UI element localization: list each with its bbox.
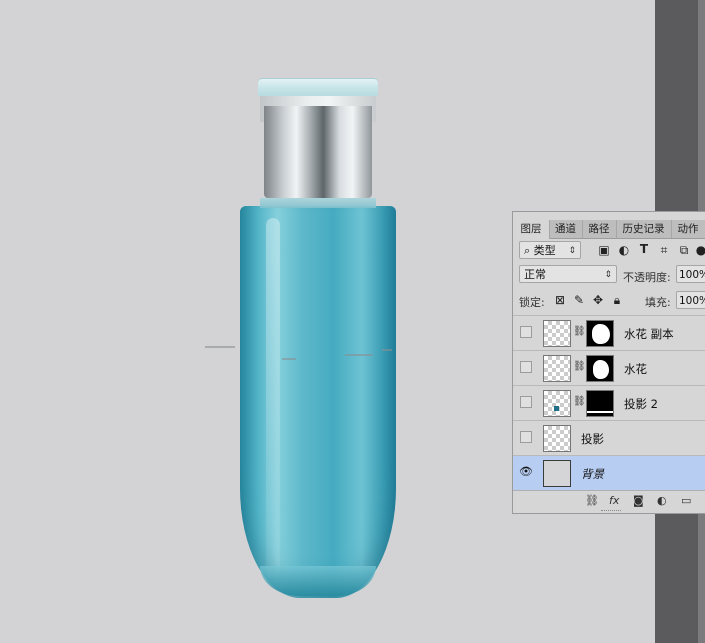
bottle-cap-metal [264,106,372,198]
fill-input[interactable]: 100% [676,291,705,309]
layer-name: 背景 [581,467,604,481]
adjustment-icon[interactable]: ◐ [657,494,667,507]
lock-label: 锁定: [519,296,545,309]
image-icon[interactable]: ▣ [597,243,611,257]
tab-paths[interactable]: 路径 [582,220,617,238]
layer-thumbnail [543,425,571,452]
layer-row-splash-copy[interactable]: ⛓ 水花 副本 [513,315,705,350]
bottle-highlight [266,218,280,578]
mask-shape [587,411,613,413]
filter-type-label: 类型 [533,244,556,257]
blend-mode-select[interactable]: 正常 ⇕ [519,265,617,283]
visibility-toggle[interactable] [520,431,532,443]
bottle-cap-top [258,78,378,96]
layer-row-shadow[interactable]: 投影 [513,420,705,455]
chain-link-icon[interactable]: ⛓ [573,326,586,337]
tab-actions[interactable]: 动作 [671,220,705,238]
type-T-icon[interactable]: T [637,242,651,256]
layer-row-splash[interactable]: ⛓ 水花 [513,350,705,385]
panel-tabs: 图层 通道 路径 历史记录 动作 [513,220,705,239]
filter-toggle-icon[interactable]: ● [694,243,705,257]
layer-row-shadow-2[interactable]: ⛓ 投影 2 [513,385,705,420]
new-group-folder-icon[interactable]: ▭ [681,494,691,507]
layer-mask-thumbnail[interactable] [586,320,614,347]
visibility-toggle[interactable] [520,326,532,338]
layers-panel: 图层 通道 路径 历史记录 动作 ⌕ 类型 ⇕ ▣ ◐ T ⌗ ⧉ ● 正常 ⇕… [512,211,705,514]
select-caret-icon: ⇕ [604,270,612,280]
opacity-label: 不透明度: [623,271,671,284]
layer-name: 水花 [624,362,647,376]
transform-icon[interactable]: ⌗ [657,243,671,258]
visibility-toggle[interactable] [520,396,532,408]
layer-thumbnail [543,390,571,417]
tab-channels[interactable]: 通道 [549,220,583,238]
layer-mask-thumbnail[interactable] [586,355,614,382]
search-icon: ⌕ [524,244,531,257]
panel-resize-grip[interactable] [601,510,621,513]
artifact-mark [345,354,373,356]
artifact-mark [382,349,392,351]
link-icon[interactable]: ⛓ [585,494,599,507]
layer-row-background[interactable]: 👁 背景 [513,455,705,490]
layer-name: 投影 2 [624,397,658,411]
tab-history[interactable]: 历史记录 [616,220,672,238]
lock-row: 锁定: ⊠ ✎ ✥ 🔒︎ 填充: 100% [513,290,705,312]
layer-name: 水花 副本 [624,327,674,341]
adjustment-circle-icon[interactable]: ◐ [617,243,631,257]
mask-shape [592,324,610,344]
artifact-mark [282,358,296,360]
fx-icon[interactable]: fx [609,494,619,507]
artifact-mark [205,346,235,348]
bottle-cap-rim [260,198,376,208]
lock-transparent-icon[interactable]: ⊠ [553,293,567,307]
add-mask-icon[interactable]: ◙ [633,494,644,507]
chain-link-icon[interactable]: ⛓ [573,396,586,407]
bottle-image [238,78,398,598]
filter-row: ⌕ 类型 ⇕ ▣ ◐ T ⌗ ⧉ ● [513,240,705,262]
filter-type-select[interactable]: ⌕ 类型 ⇕ [519,241,581,259]
move-icon[interactable]: ✥ [591,293,605,307]
bottle-body [240,206,396,598]
brush-icon[interactable]: ✎ [572,293,586,307]
layer-thumbnail [543,320,571,347]
eye-icon[interactable]: 👁 [519,465,533,478]
shadow-dot [554,406,559,411]
blend-row: 正常 ⇕ 不透明度: 100% [513,264,705,286]
fill-label: 填充: [645,296,671,309]
layer-thumbnail [543,460,571,487]
mask-shape [593,360,609,379]
blend-mode-value: 正常 [524,268,546,281]
smart-object-icon[interactable]: ⧉ [677,243,691,258]
layer-mask-thumbnail[interactable] [586,390,614,417]
layer-name: 投影 [581,432,604,446]
tab-layers[interactable]: 图层 [513,220,550,239]
visibility-toggle[interactable] [520,361,532,373]
bottle-base [260,566,376,596]
chain-link-icon[interactable]: ⛓ [573,361,586,372]
lock-icon[interactable]: 🔒︎ [610,293,624,308]
opacity-input[interactable]: 100% [676,265,705,283]
select-caret-icon: ⇕ [568,246,576,256]
layer-thumbnail [543,355,571,382]
